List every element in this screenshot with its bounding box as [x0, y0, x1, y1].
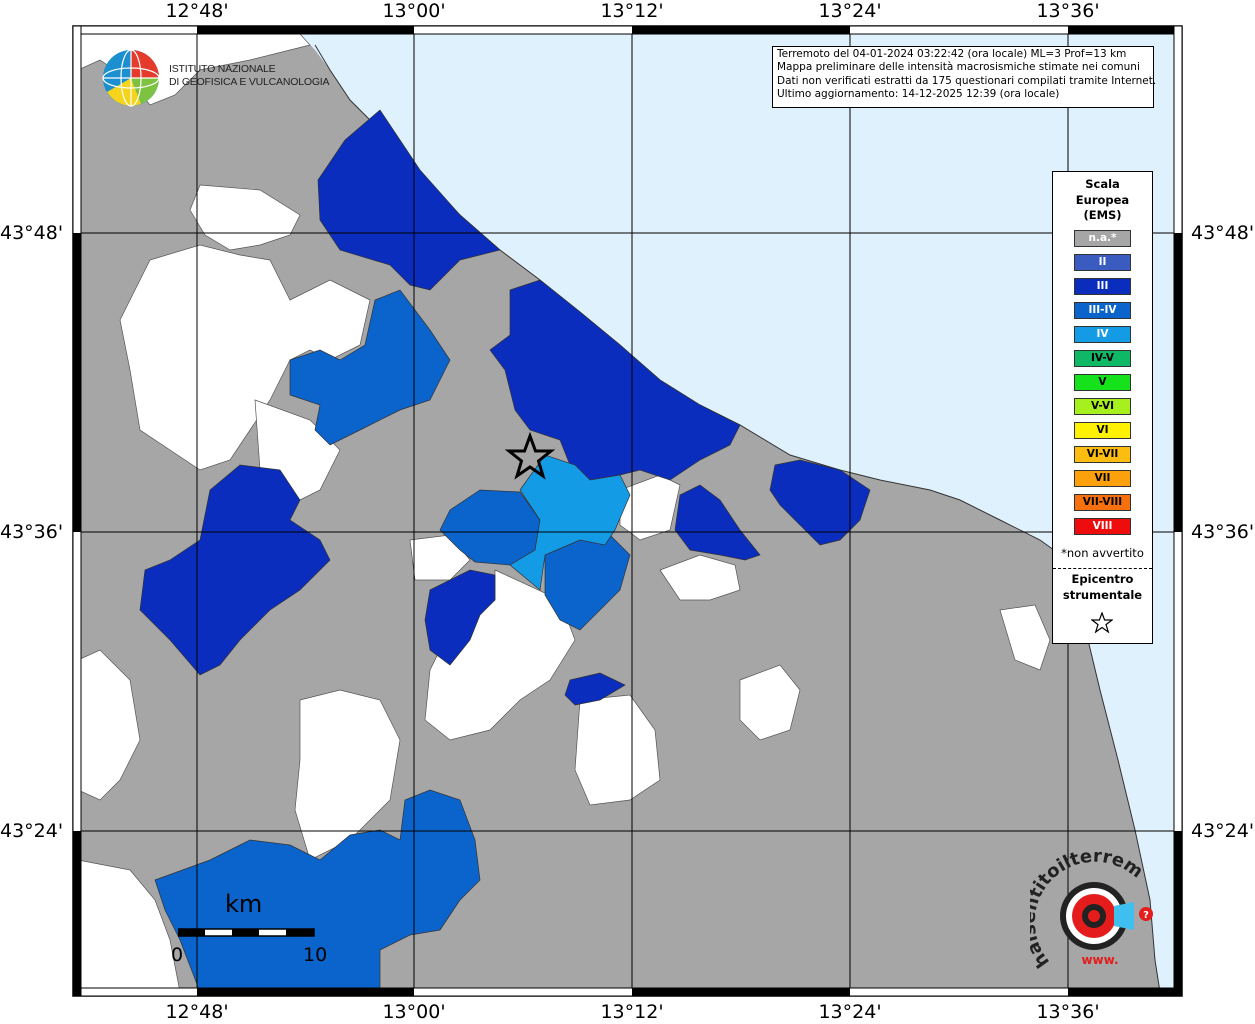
legend-item: III-IV — [1074, 302, 1131, 319]
legend-title: Scala Europea (EMS) — [1053, 177, 1152, 224]
institute-line-2: DI GEOFISICA E VULCANOLOGIA — [169, 76, 330, 88]
ingv-logo-icon — [102, 49, 160, 107]
legend-title-line-3: (EMS) — [1083, 208, 1122, 222]
legend-item: VII — [1074, 470, 1131, 487]
watermark-url: www. — [1081, 953, 1118, 967]
tick-lon-bottom-3: 13°12' — [600, 1001, 664, 1023]
tick-lon-4: 13°24' — [818, 0, 882, 22]
tick-lat-right-1: 43°48' — [1191, 222, 1255, 244]
legend-item: IV — [1074, 326, 1131, 343]
legend-item: III — [1074, 278, 1131, 295]
legend-item: VI — [1074, 422, 1131, 439]
event-info-line-1: Terremoto del 04-01-2024 03:22:42 (ora l… — [777, 48, 1127, 60]
tick-lon-bottom-4: 13°24' — [818, 1001, 882, 1023]
legend-star-icon — [1091, 612, 1113, 634]
legend-item: V — [1074, 374, 1131, 391]
tick-lon-bottom-1: 12°48' — [165, 1001, 229, 1023]
scale-end-label: 10 — [303, 944, 328, 966]
tick-lat-right-3: 43°24' — [1191, 820, 1255, 842]
tick-lat-1: 43°48' — [0, 222, 64, 244]
legend-item: VII-VIII — [1074, 494, 1131, 511]
legend-item: VI-VII — [1074, 446, 1131, 463]
legend-epicenter-label: Epicentro strumentale — [1053, 572, 1152, 603]
institute-name: ISTITUTO NAZIONALE DI GEOFISICA E VULCAN… — [169, 63, 330, 89]
haisentito-logo-icon: ? haisentitoilterremoto.it www. — [1030, 852, 1153, 972]
tick-lon-3: 13°12' — [600, 0, 664, 22]
tick-lat-3: 43°24' — [0, 820, 64, 842]
legend-item: VIII — [1074, 518, 1131, 535]
event-info-line-2: Mappa preliminare delle intensità macros… — [777, 61, 1140, 74]
legend-title-line-2: Europea — [1075, 192, 1130, 207]
institute-line-1: ISTITUTO NAZIONALE — [169, 63, 276, 75]
legend-item: IV-V — [1074, 350, 1131, 367]
event-info-line-4: Ultimo aggiornamento: 14-12-2025 12:39 (… — [777, 88, 1060, 101]
legend-item: V-VI — [1074, 398, 1131, 415]
legend-note: *non avvertito — [1061, 546, 1144, 560]
event-info-line-3: Dati non verificati estratti da 175 ques… — [777, 74, 1157, 87]
svg-text:?: ? — [1143, 910, 1149, 921]
tick-lat-right-2: 43°36' — [1191, 521, 1255, 543]
legend-item: II — [1074, 254, 1131, 271]
legend-epicenter-line-1: Epicentro — [1071, 572, 1134, 586]
tick-lon-5: 13°36' — [1036, 0, 1100, 22]
legend-title-line-1: Scala — [1085, 177, 1120, 191]
tick-lon-1: 12°48' — [165, 0, 229, 22]
legend-separator — [1053, 568, 1152, 569]
legend-epicenter-line-2: strumentale — [1062, 587, 1143, 602]
scale-start-label: 0 — [171, 944, 184, 966]
tick-lon-bottom-2: 13°00' — [382, 1001, 446, 1023]
tick-lat-2: 43°36' — [0, 521, 64, 543]
event-info-box: Terremoto del 04-01-2024 03:22:42 (ora l… — [772, 46, 1157, 108]
tick-lon-2: 13°00' — [382, 0, 446, 22]
tick-lon-bottom-5: 13°36' — [1036, 1001, 1100, 1023]
scale-bar — [178, 928, 315, 937]
ems-legend: Scala Europea (EMS) n.a.* II III III-IV IV IV… — [1052, 171, 1153, 644]
legend-item: n.a.* — [1074, 230, 1131, 247]
